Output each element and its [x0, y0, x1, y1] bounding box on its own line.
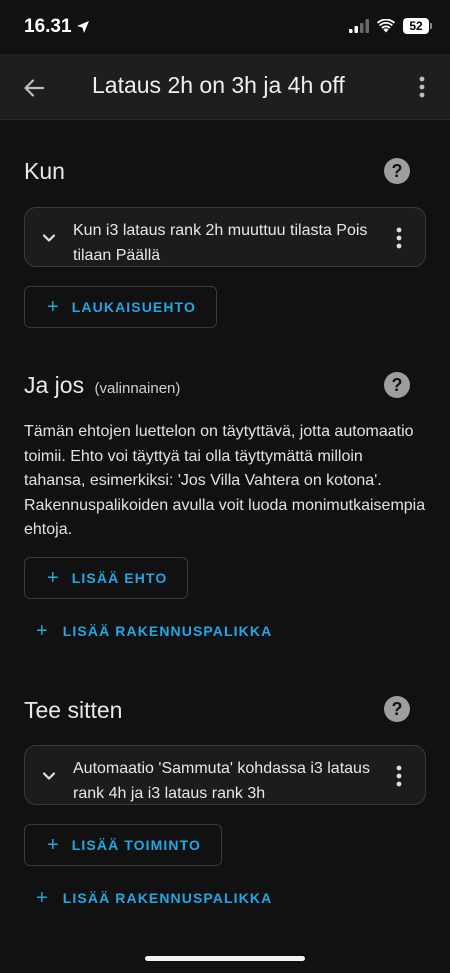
top-app-bar: Lataus 2h on 3h ja 4h off [0, 54, 450, 120]
chevron-down-icon[interactable] [41, 230, 57, 246]
plus-icon: + [47, 296, 60, 318]
action-card[interactable]: Automaatio 'Sammuta' kohdassa i3 lataus … [24, 745, 426, 805]
add-action-building-block-button[interactable]: + LISÄÄ RAKENNUSPALIKKA [36, 883, 272, 913]
action-card-text: Automaatio 'Sammuta' kohdassa i3 lataus … [73, 760, 370, 802]
action-card-menu-icon[interactable] [395, 764, 403, 788]
location-arrow-icon [76, 21, 89, 33]
add-trigger-button[interactable]: + LAUKAISUEHTO [24, 286, 217, 328]
optional-label: (valinnainen) [94, 380, 181, 397]
more-vert-icon [419, 76, 425, 98]
add-condition-button[interactable]: + LISÄÄ EHTO [24, 557, 189, 599]
battery-cap [430, 23, 432, 29]
trigger-card-menu-icon[interactable] [395, 226, 403, 250]
trigger-help-icon[interactable]: ? [384, 158, 410, 184]
status-time: 16.31 [24, 16, 90, 38]
add-building-block-button[interactable]: + LISÄÄ RAKENNUSPALIKKA [36, 616, 272, 646]
plus-icon: + [36, 887, 49, 909]
cellular-signal-icon [349, 19, 369, 33]
add-condition-label: LISÄÄ EHTO [71, 570, 168, 586]
plus-icon: + [36, 620, 49, 642]
condition-description: Tämän ehtojen luettelon on täytyttävä, j… [24, 423, 426, 538]
trigger-card[interactable]: Kun i3 lataus rank 2h muuttuu tilasta Po… [24, 207, 426, 267]
action-help-icon[interactable]: ? [384, 696, 410, 722]
page-title: Lataus 2h on 3h ja 4h off [92, 72, 345, 98]
status-icons: 52 [349, 18, 432, 34]
arrow-left-icon [24, 79, 45, 97]
battery-icon: 52 [403, 18, 432, 34]
add-action-label: LISÄÄ TOIMINTO [71, 837, 201, 853]
back-button[interactable] [16, 70, 52, 106]
condition-help-icon[interactable]: ? [384, 372, 410, 398]
plus-icon: + [47, 567, 60, 589]
status-bar: 16.31 52 [0, 0, 450, 54]
status-time-text: 16.31 [24, 16, 72, 37]
add-action-button[interactable]: + LISÄÄ TOIMINTO [24, 824, 222, 866]
action-section-title: Tee sitten [24, 697, 123, 723]
trigger-card-text: Kun i3 lataus rank 2h muuttuu tilasta Po… [73, 222, 368, 264]
battery-level: 52 [403, 18, 429, 34]
overflow-menu-button[interactable] [416, 72, 428, 102]
condition-title-text: Ja jos [24, 372, 85, 398]
chevron-down-icon[interactable] [41, 768, 57, 784]
plus-icon: + [47, 834, 60, 856]
add-building-block-label: LISÄÄ RAKENNUSPALIKKA [62, 623, 273, 639]
wifi-icon [377, 19, 395, 33]
home-indicator[interactable] [145, 956, 305, 961]
add-action-building-block-label: LISÄÄ RAKENNUSPALIKKA [62, 890, 273, 906]
condition-section-title: Ja jos (valinnainen) [24, 372, 180, 399]
trigger-section-title: Kun [24, 158, 65, 184]
add-trigger-label: LAUKAISUEHTO [71, 299, 196, 315]
